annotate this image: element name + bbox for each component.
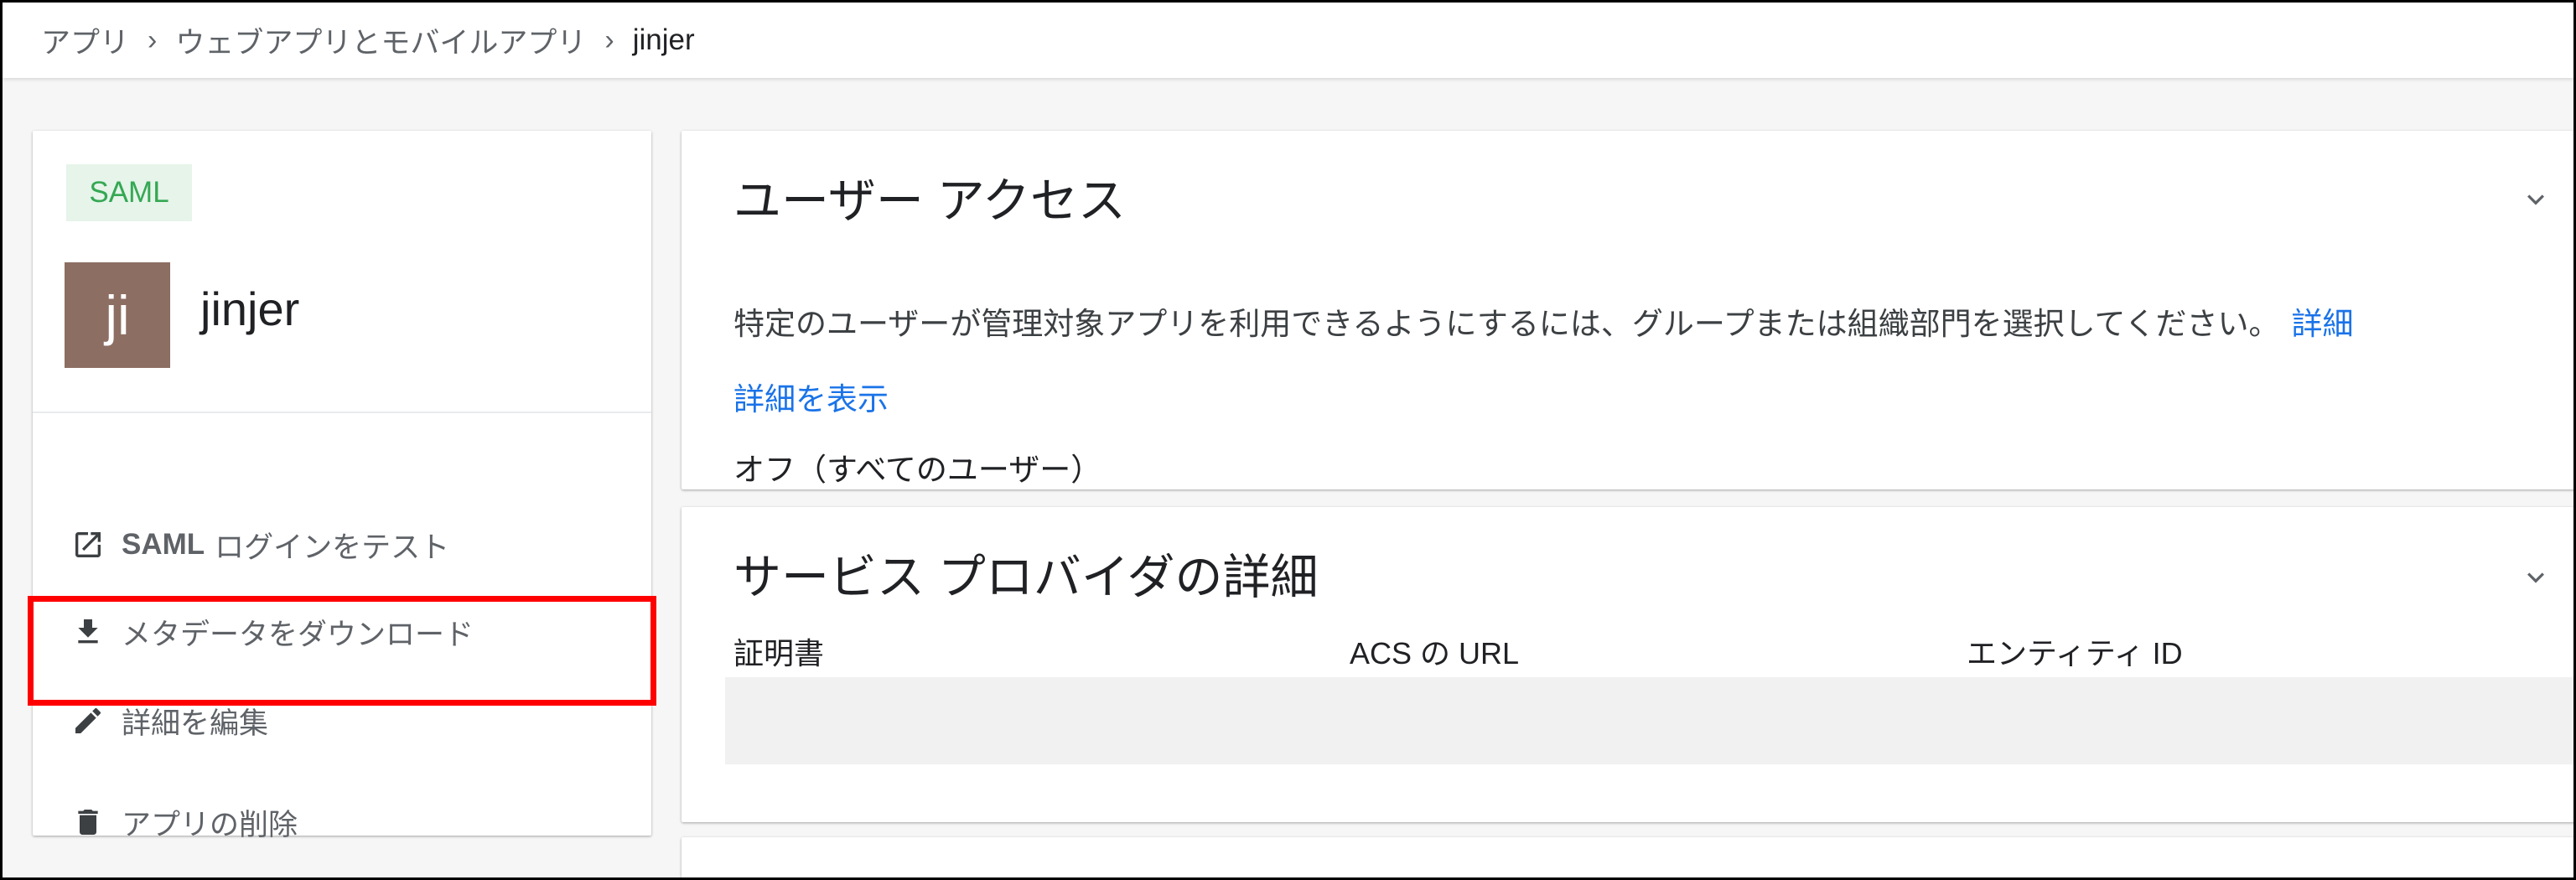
show-details-link[interactable]: 詳細を表示: [733, 374, 889, 419]
service-provider-title: サービス プロバイダの詳細: [733, 551, 1319, 604]
highlight-annotation: [28, 596, 656, 706]
chevron-right-icon: ›: [604, 23, 614, 56]
test-login-saml-label: SAML: [122, 528, 205, 561]
saml-badge: SAML: [66, 164, 192, 221]
service-provider-card[interactable]: サービス プロバイダの詳細 証明書 ACS の URL エンティティ ID: [682, 507, 2576, 822]
user-access-description: 特定のユーザーが管理対象アプリを利用できるようにするには、グループまたは組織部門…: [733, 298, 2353, 344]
table-row: [725, 677, 2576, 764]
user-access-card[interactable]: ユーザー アクセス 特定のユーザーが管理対象アプリを利用できるようにするには、グ…: [682, 131, 2576, 489]
open-in-new-icon: [75, 532, 101, 557]
next-card: [682, 837, 2576, 880]
app-summary-card: SAML ji jinjer SAML ログインをテスト メタデータをダウンロー…: [33, 131, 651, 841]
column-header-entity-id: エンティティ ID: [1967, 636, 2183, 670]
breadcrumb-apps[interactable]: アプリ: [41, 19, 129, 62]
delete-app-button[interactable]: アプリの削除: [71, 789, 298, 856]
breadcrumb-current: jinjer: [632, 23, 695, 56]
test-login-label: ログインをテスト: [215, 531, 450, 564]
user-access-title: ユーザー アクセス: [733, 174, 1126, 228]
breadcrumb-web-mobile-apps[interactable]: ウェブアプリとモバイルアプリ: [175, 19, 586, 62]
delete-app-label: アプリの削除: [122, 808, 298, 841]
divider: [33, 412, 651, 413]
content-area: SAML ji jinjer SAML ログインをテスト メタデータをダウンロー…: [3, 78, 2576, 880]
chevron-right-icon: ›: [148, 23, 158, 56]
column-header-certificate: 証明書: [733, 636, 825, 670]
pencil-icon: [75, 707, 101, 733]
learn-more-link[interactable]: 詳細: [2291, 307, 2353, 341]
chevron-down-icon[interactable]: [2519, 183, 2553, 216]
trash-icon: [78, 810, 98, 835]
user-access-status: オフ（すべてのユーザー）: [733, 453, 1102, 487]
column-header-acs-url: ACS の URL: [1350, 636, 1520, 670]
app-avatar: ji: [65, 262, 170, 368]
description-text: 特定のユーザーが管理対象アプリを利用できるようにするには、グループまたは組織部門…: [733, 307, 2280, 341]
test-saml-login-button[interactable]: SAML ログインをテスト: [71, 511, 449, 578]
edit-details-label: 詳細を編集: [122, 707, 269, 740]
breadcrumb: アプリ › ウェブアプリとモバイルアプリ › jinjer: [3, 3, 2573, 78]
app-name: jinjer: [200, 282, 300, 335]
chevron-down-icon[interactable]: [2519, 561, 2553, 594]
